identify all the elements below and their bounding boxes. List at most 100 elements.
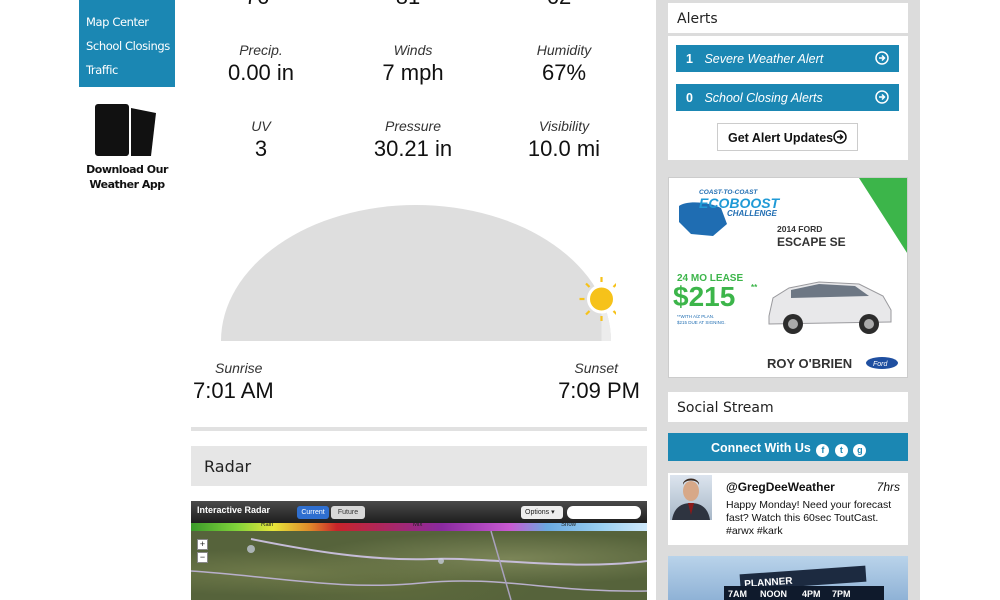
uv-label: UV xyxy=(251,118,271,134)
sunrise-value: 7:01 AM xyxy=(193,378,274,403)
school-alert-count: 0 xyxy=(686,91,693,105)
ad-ford-text: Ford xyxy=(873,361,889,368)
map-roads xyxy=(191,530,647,600)
sunset-value: 7:09 PM xyxy=(558,378,640,403)
planner-promo[interactable]: PLANNER 7AM NOON 4PM 7PM xyxy=(668,556,908,600)
severe-alert-count: 1 xyxy=(686,52,693,66)
app-download-promo[interactable]: Download Our Weather App xyxy=(86,104,168,192)
remaining-daylight xyxy=(601,205,611,341)
tweet-time: 7hrs xyxy=(876,480,900,494)
nav-school-closings[interactable]: School Closings xyxy=(79,34,175,58)
radar-options-dropdown[interactable]: Options ▾ xyxy=(521,506,563,519)
social-stream-title: Social Stream xyxy=(668,392,908,422)
winds-value: 7 mph xyxy=(382,60,444,85)
radar-map[interactable]: + − xyxy=(191,530,647,600)
tweet-card[interactable]: @GregDeeWeather 7hrs Happy Monday! Need … xyxy=(668,473,908,545)
temp-value-cut: 76 xyxy=(182,0,332,10)
app-promo-text: Download Our Weather App xyxy=(86,162,168,192)
uv-value: 3 xyxy=(254,136,268,161)
arrow-right-circle-icon xyxy=(875,90,889,104)
twitter-icon[interactable]: t xyxy=(834,444,848,457)
sunset-block: Sunset 7:09 PM xyxy=(558,360,640,406)
humidity-value: 67% xyxy=(541,60,587,85)
interactive-radar-widget[interactable]: Interactive Radar Current Future Options… xyxy=(191,501,647,600)
get-alert-updates-label: Get Alert Updates xyxy=(728,131,834,145)
humidity-label: Humidity xyxy=(536,42,592,58)
radar-options-label: Options xyxy=(525,509,550,516)
precip-label: Precip. xyxy=(239,42,283,58)
ad-note2: $215 DUE AT SIGNING. xyxy=(677,320,726,325)
sunset-label: Sunset xyxy=(574,360,618,376)
uv-stat: UV 3 xyxy=(186,118,336,162)
ford-escape-ad[interactable]: COAST-TO-COAST ECOBOOST CHALLENGE 2014 F… xyxy=(668,177,908,378)
visibility-label: Visibility xyxy=(538,118,590,134)
section-divider xyxy=(191,427,647,431)
ad-model: ESCAPE SE xyxy=(777,235,846,249)
radar-widget-title: Interactive Radar xyxy=(197,505,271,515)
person-photo xyxy=(672,478,710,520)
tweet-text: Happy Monday! Need your forecast fast? W… xyxy=(726,499,892,537)
winds-stat: Winds 7 mph xyxy=(338,42,488,86)
sun-arc-chart xyxy=(221,205,616,341)
radar-tab-future[interactable]: Future xyxy=(331,506,365,519)
precip-value: 0.00 in xyxy=(227,60,295,85)
zoom-in-button[interactable]: + xyxy=(197,539,208,550)
sunrise-label: Sunrise xyxy=(215,360,263,376)
radar-location-search[interactable] xyxy=(567,506,641,519)
pressure-value: 30.21 in xyxy=(373,136,453,161)
app-promo-line2: Weather App xyxy=(89,178,165,191)
radar-toolbar: Interactive Radar Current Future Options… xyxy=(191,501,647,523)
ad-challenge: CHALLENGE xyxy=(727,209,777,218)
visibility-value: 10.0 mi xyxy=(527,136,601,161)
planner-time-3: 4PM xyxy=(802,589,821,599)
planner-time-1: 7AM xyxy=(728,589,747,599)
radar-tab-current[interactable]: Current xyxy=(297,506,329,519)
arrow-right-circle-icon xyxy=(875,51,889,65)
temp-value-cut: 62 xyxy=(484,0,634,10)
pressure-label: Pressure xyxy=(384,118,442,134)
severe-weather-alert-button[interactable]: 1 Severe Weather Alert xyxy=(676,45,899,72)
get-alert-updates-button[interactable]: Get Alert Updates xyxy=(717,123,858,151)
connect-label: Connect With Us xyxy=(711,441,811,455)
zoom-out-button[interactable]: − xyxy=(197,552,208,563)
nav-map-center[interactable]: Map Center xyxy=(79,10,175,34)
avatar xyxy=(670,475,712,520)
side-nav: Map Center School Closings Traffic xyxy=(79,0,175,87)
temp-value-cut: 81 xyxy=(333,0,483,10)
ad-note1: **WITH A/Z PLAN. xyxy=(677,314,714,319)
alerts-title: Alerts xyxy=(668,3,908,33)
planner-graphic: PLANNER 7AM NOON 4PM 7PM xyxy=(724,565,884,600)
humidity-stat: Humidity 67% xyxy=(489,42,639,86)
ad-price-sup: ** xyxy=(751,283,758,292)
planner-time-2: NOON xyxy=(760,589,787,599)
ad-dealer: ROY O'BRIEN xyxy=(767,356,852,371)
ad-price: $215 xyxy=(673,281,735,312)
arrow-right-circle-icon xyxy=(833,130,847,144)
sunrise-block: Sunrise 7:01 AM xyxy=(193,360,274,406)
pressure-stat: Pressure 30.21 in xyxy=(338,118,488,162)
connect-with-us-button[interactable]: Connect With Us f t g xyxy=(668,433,908,461)
school-alert-label: School Closing Alerts xyxy=(704,91,823,105)
nav-traffic[interactable]: Traffic xyxy=(79,58,175,82)
scale-mix-label: Mix xyxy=(413,522,423,528)
googleplus-icon[interactable]: g xyxy=(853,444,867,457)
school-closing-alerts-button[interactable]: 0 School Closing Alerts xyxy=(676,84,899,111)
ad-graphic: COAST-TO-COAST ECOBOOST CHALLENGE 2014 F… xyxy=(673,178,907,371)
tweet-username[interactable]: @GregDeeWeather xyxy=(726,480,835,494)
winds-label: Winds xyxy=(393,42,433,58)
scale-snow-label: Snow xyxy=(561,522,577,528)
scale-rain-label: Rain xyxy=(261,522,274,528)
weather-page: Map Center School Closings Traffic Downl… xyxy=(0,0,1000,600)
visibility-stat: Visibility 10.0 mi xyxy=(489,118,639,162)
planner-time-4: 7PM xyxy=(832,589,851,599)
ad-model-year: 2014 FORD xyxy=(777,224,822,234)
car-image xyxy=(768,281,892,334)
app-promo-line1: Download Our xyxy=(86,163,168,176)
precip-scale: Rain Mix Snow xyxy=(191,522,647,531)
radar-heading: Radar xyxy=(191,446,647,486)
daylight-arc xyxy=(221,205,611,341)
precip-stat: Precip. 0.00 in xyxy=(186,42,336,86)
severe-alert-label: Severe Weather Alert xyxy=(704,52,824,66)
phone-tablet-icon xyxy=(95,104,156,156)
facebook-icon[interactable]: f xyxy=(816,444,830,457)
